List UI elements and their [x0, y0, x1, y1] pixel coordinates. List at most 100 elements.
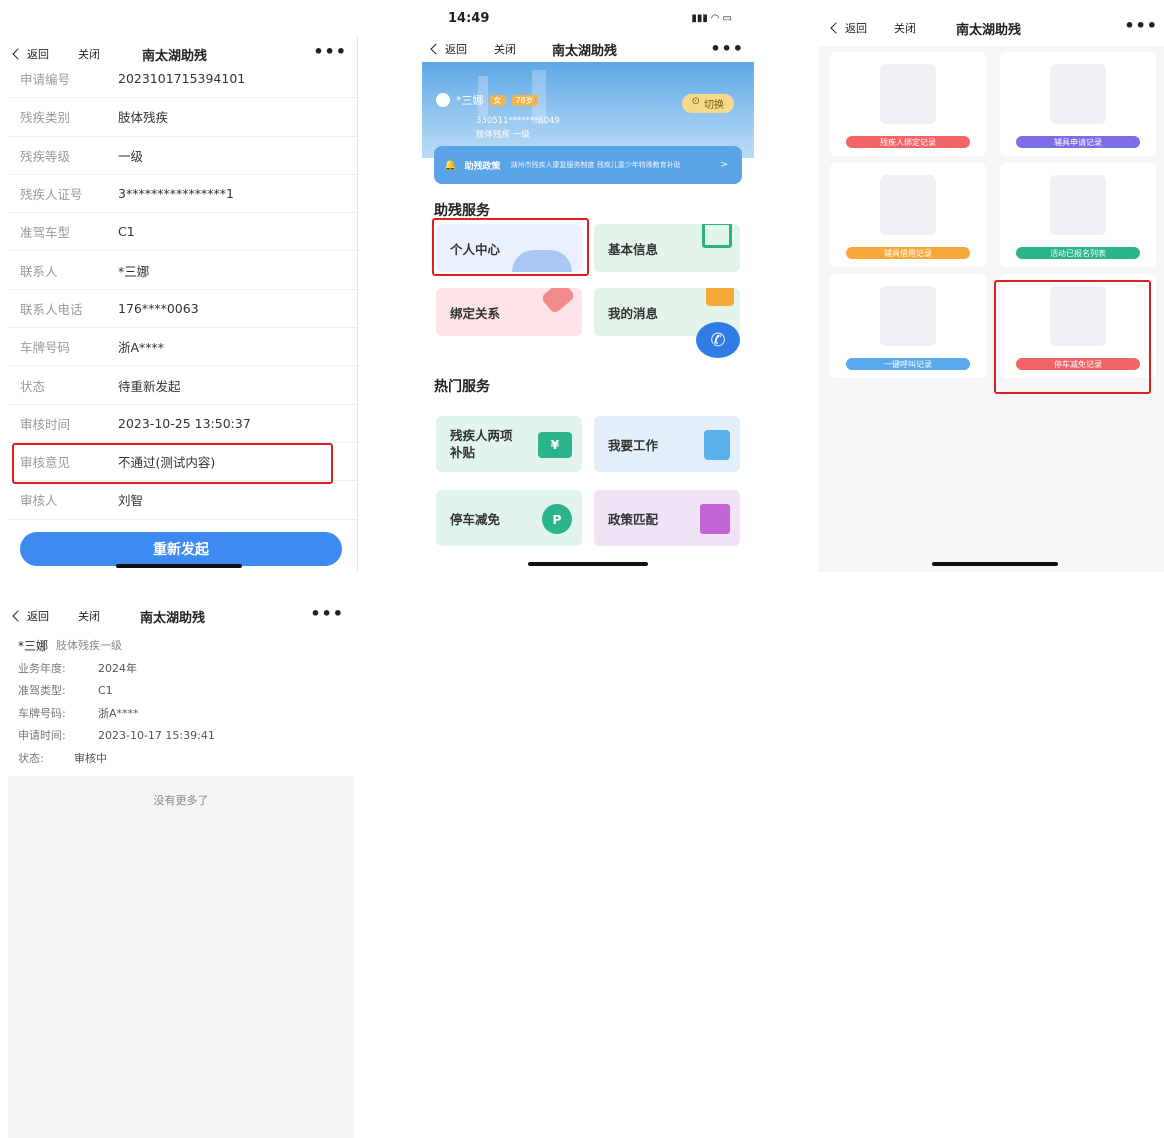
- message-icon: [706, 288, 734, 306]
- row-value: 2023-10-25 13:50:37: [118, 415, 251, 431]
- tile-policy[interactable]: 政策匹配: [594, 490, 740, 546]
- record-item[interactable]: *三娜 肢体残疾一级 业务年度: 2024年准驾类型: C1 车牌号码: 浙A**** 申…: [8, 634, 354, 769]
- row-label: 残疾类别: [20, 110, 71, 126]
- tile-label: 绑定关系: [450, 305, 501, 321]
- field-value: 审核中: [74, 751, 107, 765]
- row-value: 不通过(测试内容): [118, 455, 216, 471]
- field-label: 申请时间:: [18, 729, 66, 743]
- tile-label: 基本信息: [608, 241, 659, 257]
- link-icon: [540, 288, 576, 315]
- call-phone-icon: [880, 286, 936, 346]
- age-badge: 78岁: [511, 94, 538, 106]
- record-card[interactable]: 辅具借用记录: [830, 163, 986, 267]
- row-value: 肢体残疾: [118, 110, 169, 126]
- record-card[interactable]: 活动已报名列表: [1000, 163, 1156, 267]
- switch-label: 切换: [704, 100, 724, 111]
- tile-label: 残疾人两项补贴: [450, 427, 513, 461]
- status-time: 14:49: [448, 10, 490, 26]
- close-button[interactable]: 关闭: [894, 20, 916, 36]
- resubmit-button[interactable]: 重新发起: [20, 532, 342, 566]
- user-name: *三娜: [456, 94, 484, 107]
- detail-list: 申请编号 2023101715394101 残疾类别 肢体残疾 残疾等级 一级 残疾人证号 3…: [8, 60, 357, 520]
- switch-button[interactable]: ⊙ 切换: [681, 94, 734, 113]
- policy-book-icon: [700, 504, 730, 534]
- row-value: 待重新发起: [118, 378, 181, 394]
- detail-row: 状态 待重新发起: [8, 366, 357, 405]
- nav-bar: 返回 关闭 南太湖助残 •••: [422, 36, 754, 62]
- more-icon[interactable]: •••: [1124, 16, 1158, 35]
- tile-label: 停车减免: [450, 511, 501, 527]
- avatar: [436, 93, 450, 107]
- crutch-person-icon: [880, 175, 936, 235]
- section-title-services: 助残服务: [434, 203, 490, 219]
- record-card[interactable]: 辅具申请记录: [1000, 52, 1156, 156]
- tile-label: 我的消息: [608, 305, 659, 321]
- parking-icon: P: [542, 504, 572, 534]
- more-icon[interactable]: •••: [310, 604, 344, 623]
- close-button[interactable]: 关闭: [494, 41, 516, 57]
- row-label: 状态: [20, 378, 46, 394]
- tile-binding[interactable]: 绑定关系: [436, 288, 582, 336]
- field-value: 浙A****: [98, 706, 139, 720]
- row-label: 联系人电话: [20, 301, 83, 317]
- gender-badge: 女: [489, 94, 506, 106]
- detail-row: 准驾车型 C1: [8, 213, 357, 252]
- field-value: C1: [98, 683, 113, 697]
- detail-row: 审核意见 不通过(测试内容): [8, 442, 357, 485]
- row-label: 联系人: [20, 263, 58, 279]
- chevron-left-icon: [12, 610, 24, 622]
- records-screen: 返回 关闭 南太湖助残 ••• 残疾人绑定记录 辅具申请记录 辅具借用记录 活动已报名…: [818, 10, 1164, 572]
- row-label: 准驾车型: [20, 225, 71, 241]
- row-label: 残疾人证号: [20, 187, 83, 203]
- close-button[interactable]: 关闭: [78, 608, 100, 624]
- back-button[interactable]: 返回: [12, 608, 49, 624]
- record-fields: 业务年度: 2024年准驾类型: C1 车牌号码: 浙A**** 申请时间: 2023-10…: [8, 657, 354, 747]
- back-button[interactable]: 返回: [830, 20, 867, 36]
- row-label: 车牌号码: [20, 340, 71, 356]
- page-title: 南太湖助残: [552, 43, 618, 59]
- row-label: 申请编号: [20, 72, 71, 88]
- row-value: 2023101715394101: [118, 71, 246, 87]
- tile-parking[interactable]: 停车减免 P: [436, 490, 582, 546]
- tile-basic-info[interactable]: 基本信息: [594, 224, 740, 272]
- more-icon[interactable]: •••: [710, 39, 744, 58]
- notice-label: 助残政策: [464, 161, 501, 172]
- tile-job[interactable]: 我要工作: [594, 416, 740, 472]
- briefcase-icon: [704, 430, 730, 460]
- detail-row: 联系人 *三娜: [8, 251, 357, 290]
- field-value: 2023-10-17 15:39:41: [98, 728, 215, 742]
- phone-icon: ✆: [710, 329, 726, 351]
- tile-label: 政策匹配: [608, 511, 659, 527]
- status-icons: ▮▮▮ ◠ ▭: [691, 12, 732, 24]
- switch-icon: ⊙: [691, 96, 700, 107]
- id-number: 330511*******6049: [476, 116, 560, 126]
- row-value: 浙A****: [118, 340, 165, 356]
- highlight-box: [432, 218, 589, 276]
- record-disability: 肢体残疾一级: [56, 639, 123, 653]
- tile-subsidy[interactable]: 残疾人两项补贴 ¥: [436, 416, 582, 472]
- record-card[interactable]: 一键呼叫记录: [830, 274, 986, 378]
- card-label: 残疾人绑定记录: [846, 136, 970, 148]
- back-button[interactable]: 返回: [430, 41, 467, 57]
- record-field: 业务年度: 2024年: [8, 657, 354, 680]
- row-value: 一级: [118, 148, 144, 164]
- field-label: 业务年度:: [18, 661, 66, 675]
- field-label: 准驾类型:: [18, 684, 66, 698]
- phone-float-button[interactable]: ✆: [696, 322, 740, 358]
- chevron-left-icon: [12, 48, 24, 60]
- more-icon[interactable]: •••: [313, 42, 347, 61]
- record-card[interactable]: 残疾人绑定记录: [830, 52, 986, 156]
- field-label: 车牌号码:: [18, 706, 66, 720]
- row-value: *三娜: [118, 263, 150, 279]
- detail-screen: 返回 关闭 南太湖助残 ••• 申请编号 2023101715394101 残疾类别…: [8, 36, 358, 572]
- record-name: *三娜: [18, 638, 49, 653]
- nav-bar: 返回 关闭 南太湖助残 •••: [818, 10, 1164, 46]
- section-title-hot: 热门服务: [434, 379, 490, 395]
- chevron-left-icon: [430, 43, 442, 55]
- detail-row: 审核时间 2023-10-25 13:50:37: [8, 405, 357, 443]
- record-field: 申请时间: 2023-10-17 15:39:41: [8, 724, 354, 747]
- detail-row: 车牌号码 浙A****: [8, 328, 357, 367]
- notice-bar[interactable]: 🔔 助残政策 湖州市残疾人康复服务制度 残疾儿童少年特殊教育补助标准 >: [434, 146, 742, 184]
- disability-desc: 肢体残疾 一级: [476, 130, 530, 140]
- detail-row: 残疾人证号 3****************1: [8, 175, 357, 214]
